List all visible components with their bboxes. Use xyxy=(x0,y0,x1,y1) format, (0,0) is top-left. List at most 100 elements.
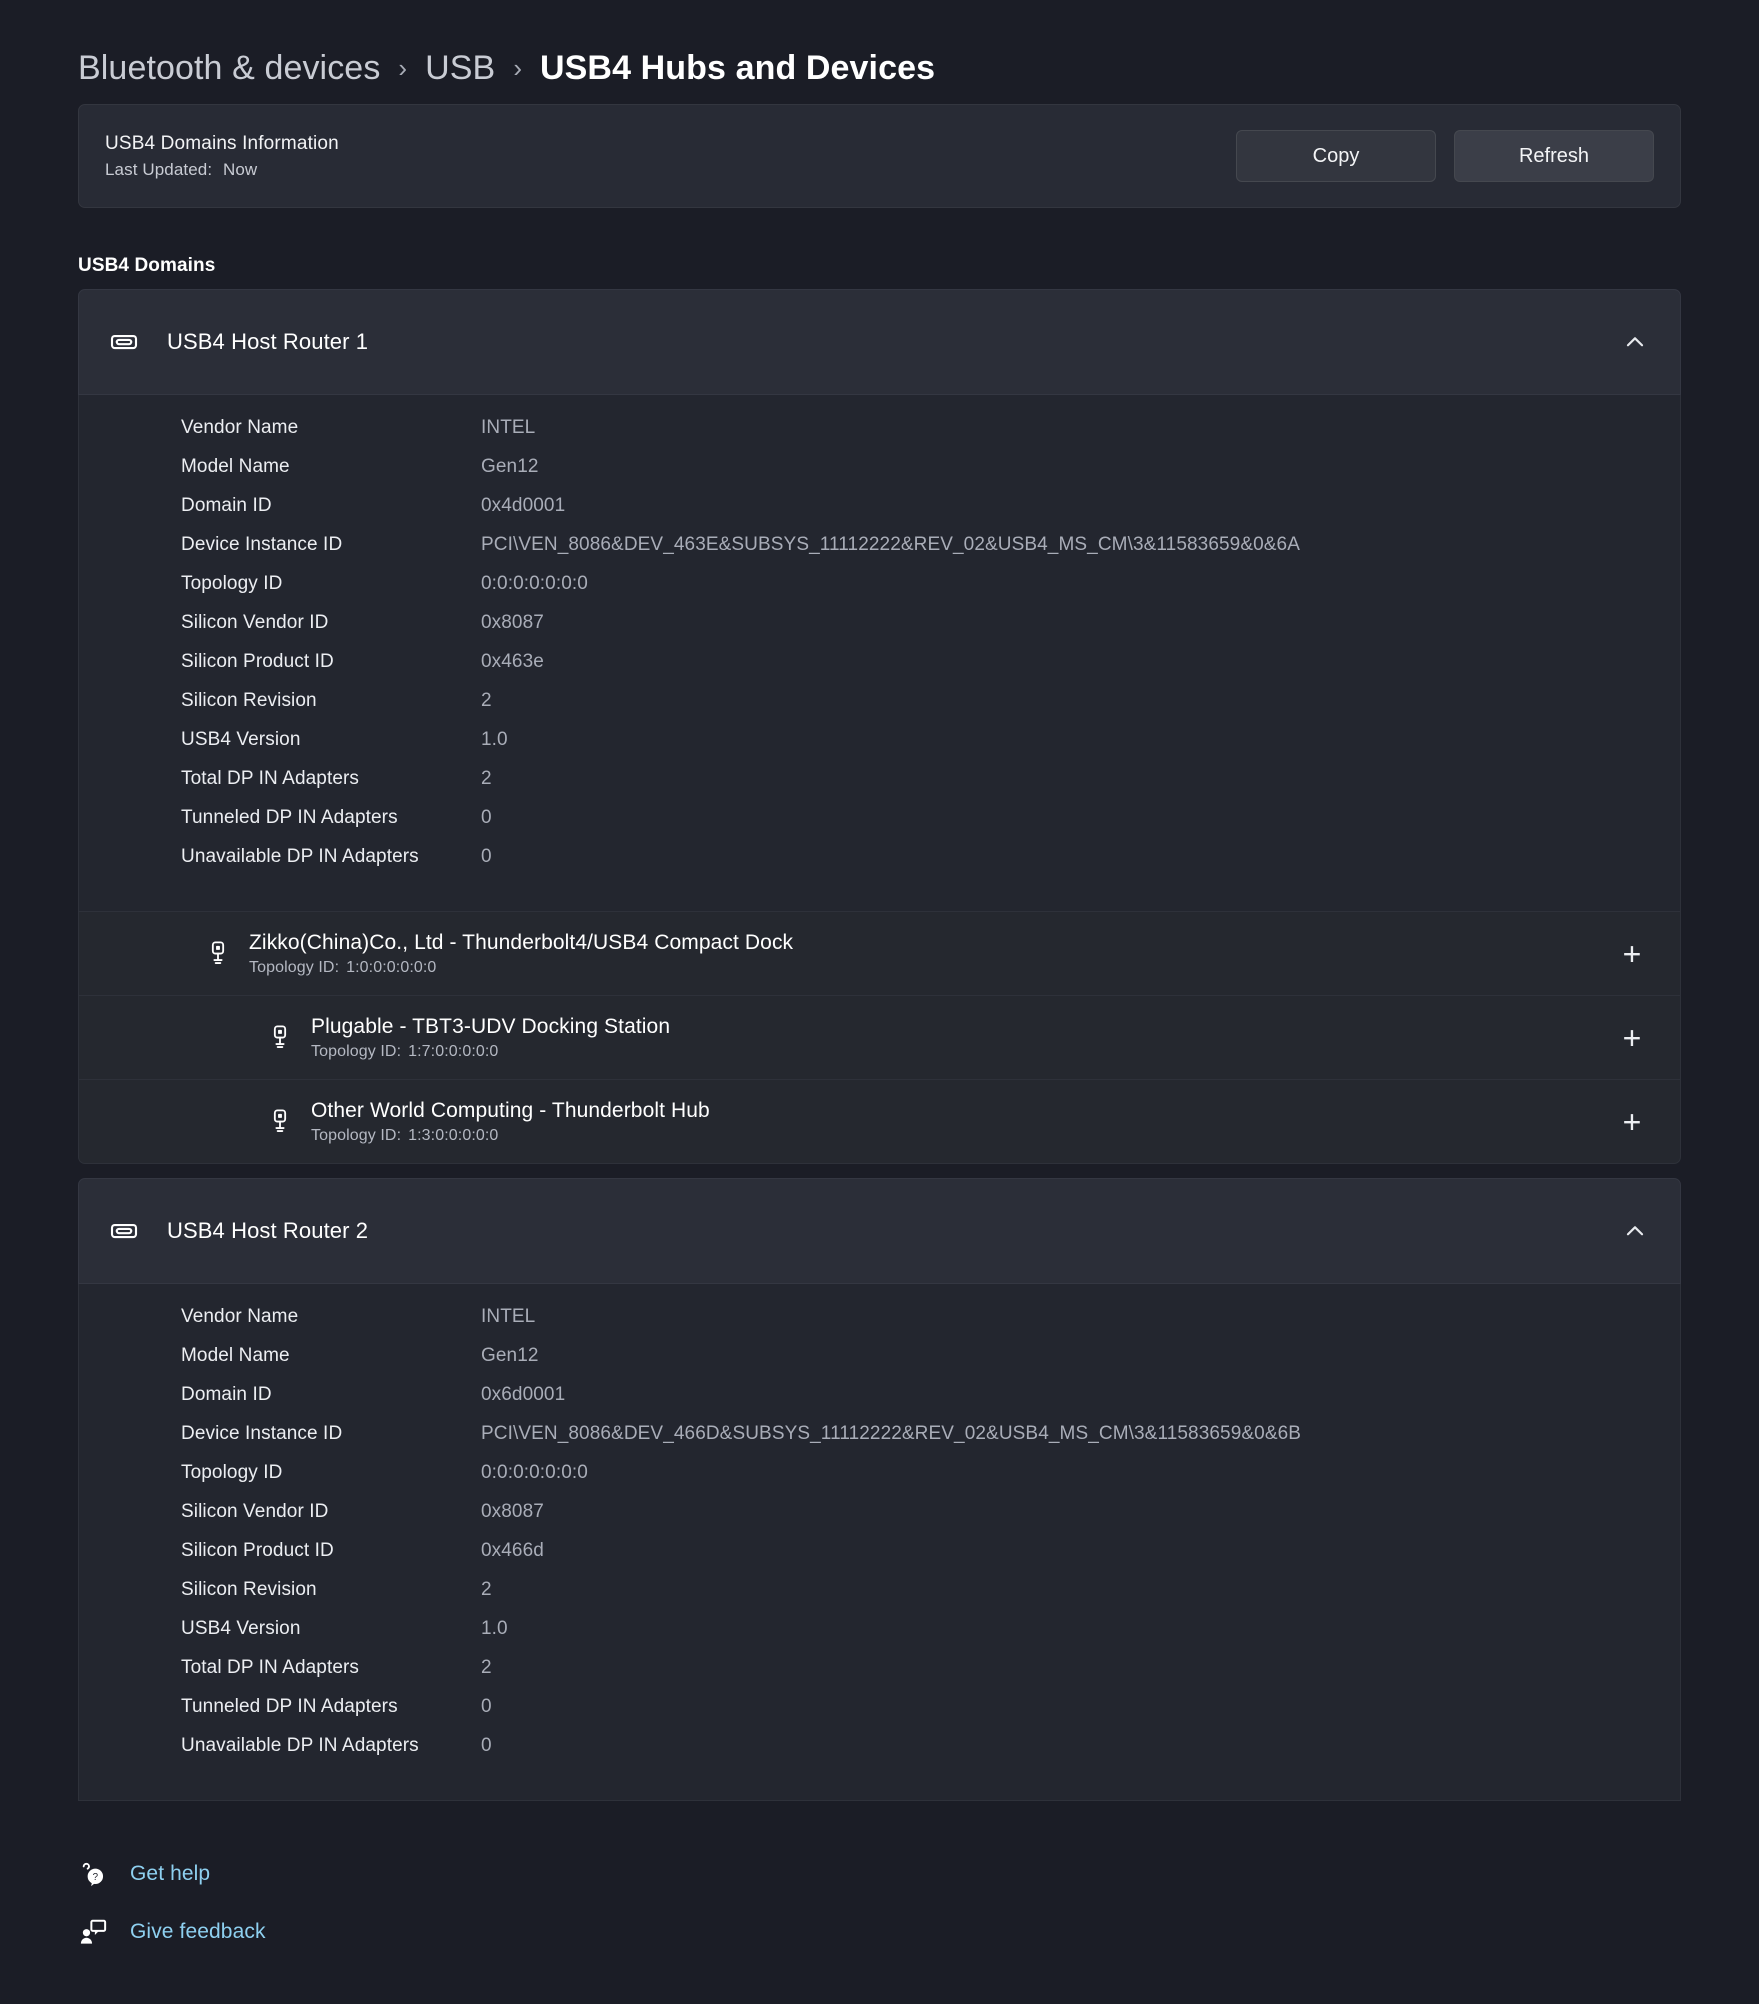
topology-label: Topology ID: xyxy=(311,1042,402,1060)
detail-key: Device Instance ID xyxy=(181,1423,343,1444)
breadcrumb-item-usb[interactable]: USB xyxy=(425,49,495,88)
detail-key: Domain ID xyxy=(181,1384,272,1405)
detail-key: USB4 Version xyxy=(181,1618,301,1639)
breadcrumb-item-bluetooth-devices[interactable]: Bluetooth & devices xyxy=(78,49,380,88)
help-question-icon: ? xyxy=(78,1859,108,1889)
detail-value: 2 xyxy=(481,1657,492,1678)
detail-value: 0 xyxy=(481,1735,492,1756)
breadcrumb-separator-icon: › xyxy=(398,52,408,83)
expand-plus-icon[interactable]: + xyxy=(1614,936,1650,972)
topology-value: 1:3:0:0:0:0:0 xyxy=(408,1126,499,1144)
get-help-link[interactable]: ? Get help xyxy=(78,1859,210,1889)
detail-key: Topology ID xyxy=(181,1462,283,1483)
detail-value: 0 xyxy=(481,1696,492,1717)
usb-port-icon xyxy=(109,1216,139,1246)
detail-key: Unavailable DP IN Adapters xyxy=(181,1735,419,1756)
device-topology: Topology ID: 1:7:0:0:0:0:0 xyxy=(311,1043,670,1061)
router-title: USB4 Host Router 1 xyxy=(167,329,369,354)
last-updated-status: Last Updated: Now xyxy=(105,160,339,180)
give-feedback-link[interactable]: Give feedback xyxy=(78,1917,266,1947)
usb-plug-icon xyxy=(263,1024,297,1052)
info-card-texts: USB4 Domains Information Last Updated: N… xyxy=(105,133,339,180)
router-header-1[interactable]: USB4 Host Router 1 xyxy=(78,289,1681,395)
detail-value: Gen12 xyxy=(481,456,539,477)
detail-value: 1.0 xyxy=(481,729,508,750)
usb4-domains-list: USB4 Host Router 1 Vendor Name INTEL Model … xyxy=(0,289,1759,1801)
device-name: Plugable - TBT3-UDV Docking Station xyxy=(311,1014,671,1038)
detail-key: Silicon Revision xyxy=(181,690,317,711)
usb-plug-icon xyxy=(263,1108,297,1136)
info-card-title: USB4 Domains Information xyxy=(105,132,339,154)
usb4-host-router-group: USB4 Host Router 2 Vendor Name INTEL Model … xyxy=(78,1178,1681,1801)
detail-key: Silicon Product ID xyxy=(181,651,334,672)
connected-device-row[interactable]: Zikko(China)Co., Ltd - Thunderbolt4/USB4… xyxy=(78,912,1681,996)
detail-key: Unavailable DP IN Adapters xyxy=(181,846,419,867)
detail-row: Silicon Vendor ID 0x8087 xyxy=(79,1501,1680,1540)
detail-value: 2 xyxy=(481,690,492,711)
detail-value: 0x8087 xyxy=(481,612,544,633)
detail-row: USB4 Version 1.0 xyxy=(79,1618,1680,1657)
detail-key: Vendor Name xyxy=(181,417,299,438)
device-texts: Zikko(China)Co., Ltd - Thunderbolt4/USB4… xyxy=(249,931,793,977)
expand-plus-icon[interactable]: + xyxy=(1614,1020,1650,1056)
page-title: USB4 Hubs and Devices xyxy=(539,48,936,87)
connected-device-row[interactable]: Plugable - TBT3-UDV Docking Station Topol… xyxy=(78,996,1681,1080)
detail-key: Silicon Vendor ID xyxy=(181,1501,329,1522)
detail-row: Tunneled DP IN Adapters 0 xyxy=(79,807,1680,846)
expand-plus-icon[interactable]: + xyxy=(1614,1104,1650,1140)
refresh-button[interactable]: Refresh xyxy=(1454,130,1654,182)
detail-row: Device Instance ID PCI\VEN_8086&DEV_466D&… xyxy=(79,1423,1680,1462)
detail-key: Model Name xyxy=(181,1345,290,1366)
detail-row: Device Instance ID PCI\VEN_8086&DEV_463E&… xyxy=(79,534,1680,573)
info-card-actions: Copy Refresh xyxy=(1236,130,1654,182)
router-details-panel: Vendor Name INTEL Model Name Gen12 Domain ID… xyxy=(78,395,1681,912)
last-updated-label: Last Updated: xyxy=(105,159,213,179)
topology-label: Topology ID: xyxy=(249,958,340,976)
detail-value: PCI\VEN_8086&DEV_466D&SUBSYS_11112222&RE… xyxy=(481,1423,1302,1444)
device-texts: Plugable - TBT3-UDV Docking Station Topol… xyxy=(311,1015,670,1061)
detail-key: Silicon Product ID xyxy=(181,1540,334,1561)
device-name: Other World Computing - Thunderbolt Hub xyxy=(311,1098,710,1122)
detail-row: Silicon Revision 2 xyxy=(79,690,1680,729)
detail-row: Unavailable DP IN Adapters 0 xyxy=(79,846,1680,885)
detail-row: Vendor Name INTEL xyxy=(79,1306,1680,1345)
breadcrumb: Bluetooth & devices › USB › USB4 Hubs an… xyxy=(0,0,1759,94)
chevron-up-icon[interactable] xyxy=(1618,1214,1652,1248)
detail-key: Total DP IN Adapters xyxy=(181,1657,360,1678)
usb4-host-router-group: USB4 Host Router 1 Vendor Name INTEL Model … xyxy=(78,289,1681,1164)
detail-row: Domain ID 0x6d0001 xyxy=(79,1384,1680,1423)
usb4-domains-information-card: USB4 Domains Information Last Updated: N… xyxy=(78,104,1681,208)
detail-row: Vendor Name INTEL xyxy=(79,417,1680,456)
detail-row: Total DP IN Adapters 2 xyxy=(79,768,1680,807)
router-details-panel: Vendor Name INTEL Model Name Gen12 Domain ID… xyxy=(78,1284,1681,1801)
detail-value: Gen12 xyxy=(481,1345,539,1366)
detail-row: Unavailable DP IN Adapters 0 xyxy=(79,1735,1680,1774)
svg-text:?: ? xyxy=(93,1872,99,1883)
footer-links: ? Get help Give feedback xyxy=(78,1859,1759,1947)
topology-value: 1:0:0:0:0:0:0 xyxy=(346,958,437,976)
detail-key: Tunneled DP IN Adapters xyxy=(181,807,398,828)
detail-value: 0x8087 xyxy=(481,1501,544,1522)
detail-key: Domain ID xyxy=(181,495,272,516)
detail-key: Silicon Vendor ID xyxy=(181,612,329,633)
router-title: USB4 Host Router 2 xyxy=(167,1218,369,1243)
detail-row: Total DP IN Adapters 2 xyxy=(79,1657,1680,1696)
breadcrumb-separator-icon: › xyxy=(513,52,522,83)
device-topology: Topology ID: 1:0:0:0:0:0:0 xyxy=(249,959,793,977)
detail-value: 2 xyxy=(481,1579,492,1600)
connected-device-row[interactable]: Other World Computing - Thunderbolt Hub T… xyxy=(78,1080,1681,1164)
router-header-2[interactable]: USB4 Host Router 2 xyxy=(78,1178,1681,1284)
group-gap xyxy=(0,1164,1759,1178)
detail-key: Model Name xyxy=(181,456,290,477)
settings-page: Bluetooth & devices › USB › USB4 Hubs an… xyxy=(0,0,1759,2004)
detail-row: Silicon Revision 2 xyxy=(79,1579,1680,1618)
device-name: Zikko(China)Co., Ltd - Thunderbolt4/USB4… xyxy=(249,930,794,954)
detail-row: Silicon Product ID 0x466d xyxy=(79,1540,1680,1579)
detail-row: Tunneled DP IN Adapters 0 xyxy=(79,1696,1680,1735)
detail-row: Model Name Gen12 xyxy=(79,456,1680,495)
chevron-up-icon[interactable] xyxy=(1618,325,1652,359)
detail-row: Domain ID 0x4d0001 xyxy=(79,495,1680,534)
copy-button[interactable]: Copy xyxy=(1236,130,1436,182)
detail-value: 0:0:0:0:0:0:0 xyxy=(481,1462,588,1483)
detail-value: 0x6d0001 xyxy=(481,1384,566,1405)
